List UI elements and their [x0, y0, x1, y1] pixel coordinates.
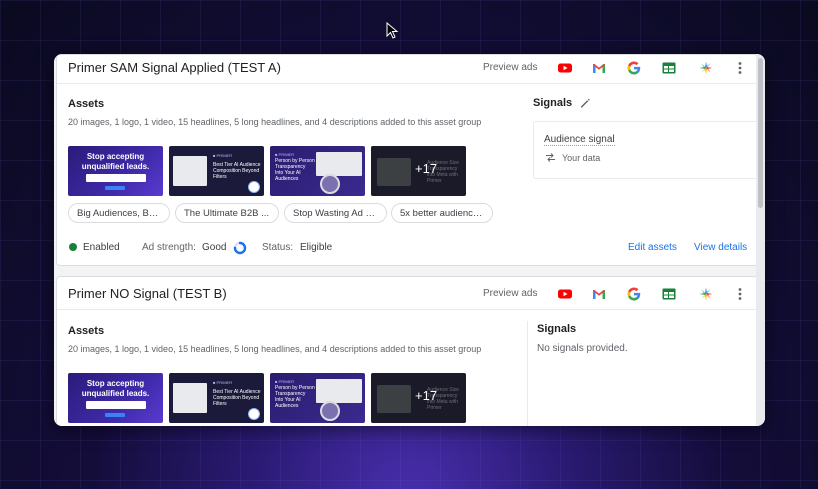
asset-thumbnail[interactable]: ■ PRIMER Person by Person Transparency I…: [270, 373, 365, 423]
thumbnail-logo: ■ PRIMER: [213, 153, 233, 158]
magnifier-icon: [320, 174, 340, 194]
thumbnail-screen: [173, 383, 207, 413]
asset-thumbnail[interactable]: ■ PRIMER Best Tier AI Audience Compositi…: [169, 373, 264, 423]
audience-signal-box[interactable]: Audience signal Your data: [533, 121, 761, 179]
no-signals-text: No signals provided.: [537, 343, 628, 354]
enabled-status-dot: [69, 243, 77, 251]
status-label: Status:: [262, 242, 294, 253]
magnifier-icon: [320, 401, 340, 421]
assets-description: 20 images, 1 logo, 1 video, 15 headlines…: [68, 117, 482, 127]
thumbnail-badge: [248, 181, 260, 193]
edit-assets-link[interactable]: Edit assets: [628, 242, 677, 253]
thumbnail-screen: [173, 156, 207, 186]
headline-chip[interactable]: 5x better audience...: [391, 203, 493, 223]
thumbnail-button: [105, 413, 125, 417]
gmail-icon[interactable]: [591, 286, 607, 302]
asset-thumbnail[interactable]: Stop accepting unqualified leads.: [68, 373, 163, 423]
asset-group-card-b: Primer NO Signal (TEST B) Preview ads As…: [56, 276, 758, 426]
status-value: Eligible: [300, 242, 333, 253]
thumbnail-button: [105, 186, 125, 190]
assets-section-title: Assets: [68, 98, 105, 110]
more-assets-count: +17: [415, 161, 438, 176]
thumbnail-headline: Best Tier AI Audience Composition Beyond…: [213, 389, 261, 407]
ad-strength-value: Good: [202, 242, 227, 253]
headline-chip[interactable]: Stop Wasting Ad S...: [284, 203, 387, 223]
thumbnail-headline: Person by Person Transparency Into Your …: [275, 385, 315, 409]
thumbnail-badge: [248, 408, 260, 420]
signals-section-title: Signals: [537, 323, 577, 335]
thumbnail-screen: [316, 379, 362, 403]
headline-chip[interactable]: The Ultimate B2B ...: [175, 203, 279, 223]
asset-thumbnail[interactable]: ■ PRIMER Best Tier AI Audience Compositi…: [169, 146, 264, 196]
asset-group-title[interactable]: Primer SAM Signal Applied (TEST A): [68, 60, 281, 75]
google-icon[interactable]: [626, 60, 642, 76]
gmail-icon[interactable]: [591, 60, 607, 76]
sheets-icon[interactable]: [661, 286, 677, 302]
enabled-status[interactable]: Enabled: [83, 242, 120, 253]
assets-section-title: Assets: [68, 325, 105, 337]
sheets-icon[interactable]: [661, 60, 677, 76]
preview-ads-label: Preview ads: [483, 62, 538, 73]
status-row: Enabled Ad strength: Good Status: Eligib…: [57, 237, 757, 257]
asset-thumbnail[interactable]: Stop accepting unqualified leads.: [68, 146, 163, 196]
assets-description: 20 images, 1 logo, 1 video, 15 headlines…: [68, 344, 482, 354]
asset-thumbnail-more[interactable]: Audience Size Transparency into Meta wit…: [371, 146, 466, 196]
asset-group-card-a: Primer SAM Signal Applied (TEST A) Previ…: [56, 54, 761, 266]
thumbnail-bar: [86, 401, 146, 409]
google-ads-window: Primer SAM Signal Applied (TEST A) Previ…: [54, 54, 765, 426]
thumbnail-logo: ■ PRIMER: [213, 380, 233, 385]
youtube-icon[interactable]: [557, 60, 573, 76]
youtube-icon[interactable]: [557, 286, 573, 302]
scrollbar-thumb[interactable]: [758, 58, 763, 208]
thumbnail-headline: Stop accepting unqualified leads.: [81, 379, 150, 398]
thumbnail-bar: [86, 174, 146, 182]
thumbnail-headline: Stop accepting unqualified leads.: [81, 152, 150, 171]
pencil-icon[interactable]: [579, 97, 591, 109]
thumbnail-logo: ■ PRIMER: [275, 152, 295, 157]
thumbnail-headline: Best Tier AI Audience Composition Beyond…: [213, 162, 261, 180]
asset-thumbnail-more[interactable]: Audience Size Transparency into Meta wit…: [371, 373, 466, 423]
audience-signal-source: Your data: [562, 153, 601, 163]
thumbnail-screen: [316, 152, 362, 176]
view-details-link[interactable]: View details: [694, 242, 747, 253]
scrollbar[interactable]: [756, 54, 765, 426]
audience-signal-name[interactable]: Audience signal: [544, 134, 615, 146]
asset-thumbnail[interactable]: ■ PRIMER Person by Person Transparency I…: [270, 146, 365, 196]
sync-icon: [546, 153, 555, 162]
ad-strength-label: Ad strength:: [142, 242, 196, 253]
asset-group-title[interactable]: Primer NO Signal (TEST B): [68, 286, 227, 301]
more-assets-count: +17: [415, 388, 438, 403]
more-vert-icon[interactable]: [732, 60, 748, 76]
thumbnail-logo: ■ PRIMER: [275, 379, 295, 384]
preview-ads-label: Preview ads: [483, 288, 538, 299]
card-header: Primer NO Signal (TEST B) Preview ads: [57, 277, 757, 310]
google-icon[interactable]: [626, 286, 642, 302]
card-header: Primer SAM Signal Applied (TEST A) Previ…: [57, 55, 757, 84]
discover-icon[interactable]: [698, 60, 714, 76]
headline-chip[interactable]: Big Audiences, Be...: [68, 203, 170, 223]
signals-section-title: Signals: [533, 97, 573, 109]
thumbnail-headline: Person by Person Transparency Into Your …: [275, 158, 315, 182]
cursor-icon: [386, 22, 399, 39]
discover-icon[interactable]: [698, 286, 714, 302]
signals-divider: [527, 321, 528, 426]
ad-strength-ring-icon: [233, 241, 247, 255]
more-vert-icon[interactable]: [732, 286, 748, 302]
